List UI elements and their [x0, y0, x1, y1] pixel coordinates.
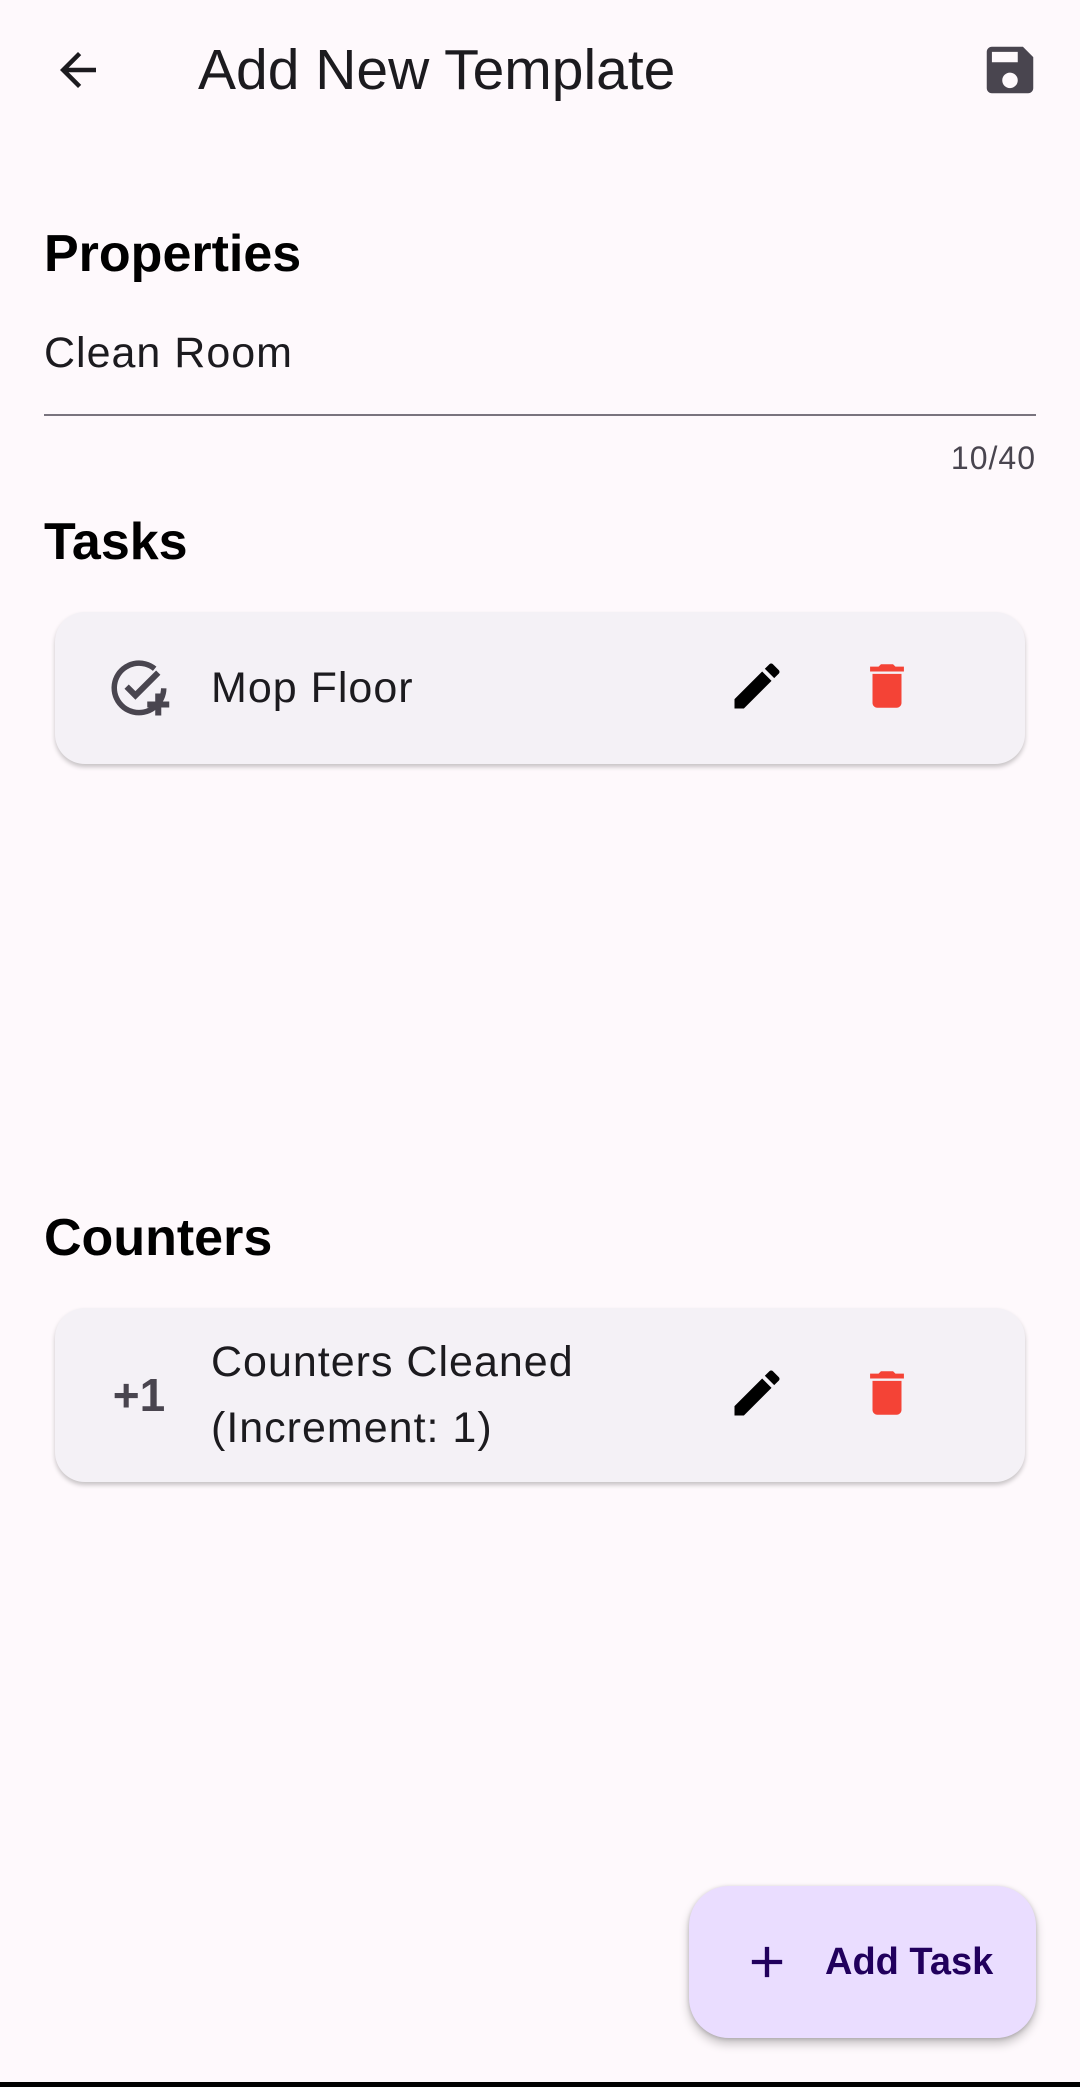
counter-name: Counters Cleaned: [211, 1338, 574, 1386]
field-underline: [44, 414, 1036, 416]
counter-label: Counters Cleaned (Increment: 1): [211, 1329, 574, 1461]
properties-heading: Properties: [44, 225, 302, 283]
counter-card[interactable]: +1 Counters Cleaned (Increment: 1): [55, 1308, 1025, 1482]
edit-task-button[interactable]: [715, 646, 799, 730]
pencil-icon: [727, 1363, 787, 1428]
back-button[interactable]: [36, 30, 120, 114]
bottom-edge: [0, 2082, 1080, 2087]
counters-heading: Counters: [44, 1209, 273, 1267]
task-add-icon: [97, 646, 181, 730]
task-label: Mop Floor: [211, 664, 414, 712]
save-icon: [979, 39, 1041, 106]
template-name-input[interactable]: [44, 320, 1036, 386]
arrow-back-icon: [51, 43, 105, 102]
increment-badge: +1: [112, 1369, 166, 1421]
pencil-icon: [727, 656, 787, 721]
page-title: Add New Template: [198, 38, 676, 102]
trash-icon: [858, 1364, 916, 1427]
counter-increment: (Increment: 1): [211, 1404, 493, 1452]
char-counter: 10/40: [950, 440, 1036, 476]
app-bar: Add New Template: [0, 0, 1080, 140]
tasks-heading: Tasks: [44, 513, 188, 571]
trash-icon: [858, 657, 916, 720]
task-card[interactable]: Mop Floor: [55, 612, 1025, 764]
add-task-fab[interactable]: Add Task: [689, 1886, 1036, 2038]
delete-task-button[interactable]: [845, 646, 929, 730]
delete-counter-button[interactable]: [845, 1353, 929, 1437]
template-name-field[interactable]: [44, 320, 1036, 416]
plus-icon: [739, 1934, 795, 1990]
screen: Add New Template Properties 10/40 Tasks …: [0, 0, 1080, 2087]
edit-counter-button[interactable]: [715, 1353, 799, 1437]
increment-icon: +1: [97, 1353, 181, 1437]
save-button[interactable]: [968, 30, 1052, 114]
add-task-label: Add Task: [825, 1940, 994, 1983]
